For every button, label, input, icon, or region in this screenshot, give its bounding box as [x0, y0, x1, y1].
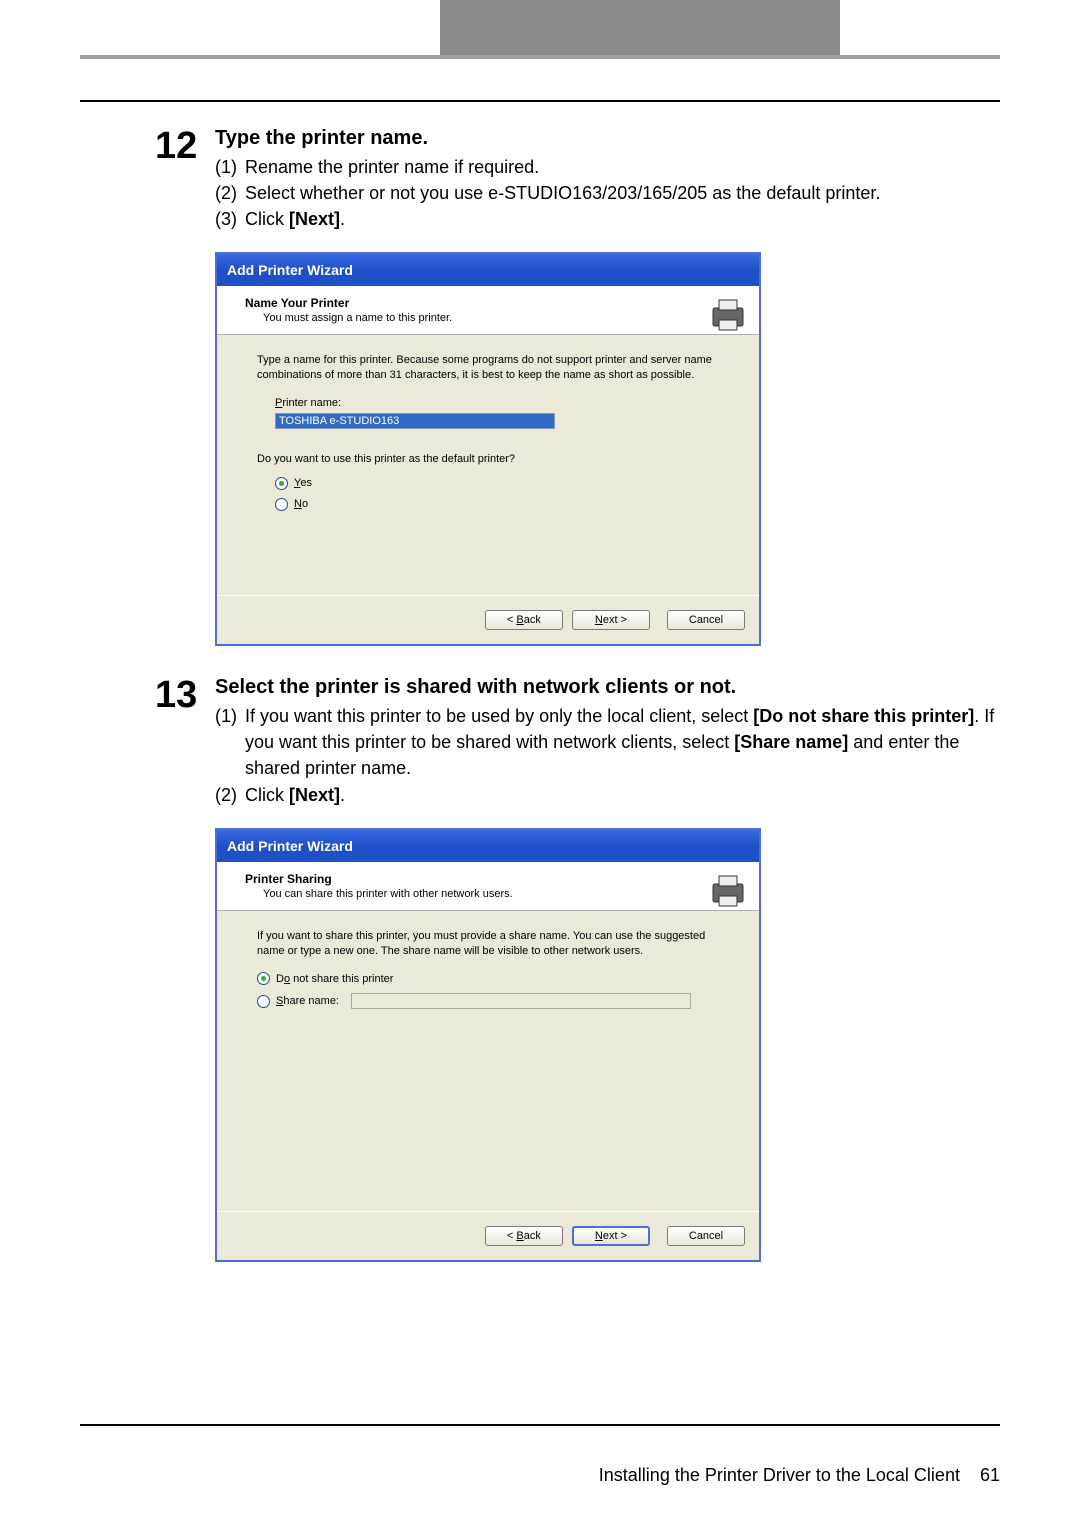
wizard-titlebar: Add Printer Wizard: [217, 254, 759, 286]
item-num: (3): [215, 206, 245, 232]
item-text: Rename the printer name if required.: [245, 154, 539, 180]
wizard-header: Name Your Printer You must assign a name…: [217, 286, 759, 335]
radio-no[interactable]: No: [275, 498, 719, 511]
step-13: 13 Select the printer is shared with net…: [80, 676, 1000, 807]
page-footer: Installing the Printer Driver to the Loc…: [599, 1465, 1000, 1486]
radio-icon: [257, 995, 270, 1008]
item-text: Select whether or not you use e-STUDIO16…: [245, 180, 880, 206]
default-q: Do you want to use this printer as the d…: [257, 453, 719, 465]
next-button[interactable]: Next >: [572, 610, 650, 630]
step-list: (1)Rename the printer name if required. …: [215, 154, 1000, 232]
printer-icon: [707, 870, 749, 912]
wizard-subheading: You can share this printer with other ne…: [245, 886, 731, 900]
cancel-button[interactable]: Cancel: [667, 1226, 745, 1246]
item-num: (1): [215, 703, 245, 781]
item-text: Click [Next].: [245, 782, 345, 808]
radio-label: Yes: [294, 477, 312, 489]
radio-share-name[interactable]: Share name:: [257, 993, 719, 1009]
wizard-header: Printer Sharing You can share this print…: [217, 862, 759, 911]
wizard-titlebar: Add Printer Wizard: [217, 830, 759, 862]
step-title: Select the printer is shared with networ…: [215, 676, 1000, 699]
header-tab: [440, 0, 840, 55]
printer-name-input[interactable]: TOSHIBA e-STUDIO163: [275, 413, 555, 429]
wizard-printer-sharing: Add Printer Wizard Printer Sharing You c…: [215, 828, 761, 1262]
body-text: If you want to share this printer, you m…: [257, 929, 719, 959]
page-content: 12 Type the printer name. (1)Rename the …: [80, 100, 1000, 1426]
wizard-name-printer: Add Printer Wizard Name Your Printer You…: [215, 252, 761, 646]
radio-icon: [275, 498, 288, 511]
share-name-input: [351, 993, 691, 1009]
item-text: If you want this printer to be used by o…: [245, 703, 1000, 781]
step-number: 13: [155, 676, 215, 807]
cancel-button[interactable]: Cancel: [667, 610, 745, 630]
back-button[interactable]: < Back: [485, 610, 563, 630]
step-title: Type the printer name.: [215, 127, 1000, 150]
step-list: (1)If you want this printer to be used b…: [215, 703, 1000, 807]
wizard-heading: Printer Sharing: [245, 872, 731, 886]
item-num: (1): [215, 154, 245, 180]
wizard-body: Type a name for this printer. Because so…: [217, 335, 759, 595]
radio-label: No: [294, 498, 308, 510]
wizard-subheading: You must assign a name to this printer.: [245, 310, 731, 324]
radio-icon: [275, 477, 288, 490]
wizard-buttons: < Back Next > Cancel: [217, 595, 759, 644]
radio-label: Do not share this printer: [276, 973, 393, 985]
printer-icon: [707, 294, 749, 336]
step-12: 12 Type the printer name. (1)Rename the …: [80, 127, 1000, 232]
wizard-body: If you want to share this printer, you m…: [217, 911, 759, 1211]
back-button[interactable]: < Back: [485, 1226, 563, 1246]
item-text: Click [Next].: [245, 206, 345, 232]
step-number: 12: [155, 127, 215, 232]
body-text: Type a name for this printer. Because so…: [257, 353, 719, 383]
printer-name-label: Printer name:: [275, 397, 341, 409]
item-num: (2): [215, 180, 245, 206]
radio-icon: [257, 972, 270, 985]
radio-label: Share name:: [276, 995, 339, 1007]
radio-yes[interactable]: Yes: [275, 477, 719, 490]
radio-do-not-share[interactable]: Do not share this printer: [257, 972, 719, 985]
wizard-buttons: < Back Next > Cancel: [217, 1211, 759, 1260]
wizard-heading: Name Your Printer: [245, 296, 731, 310]
next-button[interactable]: Next >: [572, 1226, 650, 1246]
item-num: (2): [215, 782, 245, 808]
header-rule: [80, 55, 1000, 59]
